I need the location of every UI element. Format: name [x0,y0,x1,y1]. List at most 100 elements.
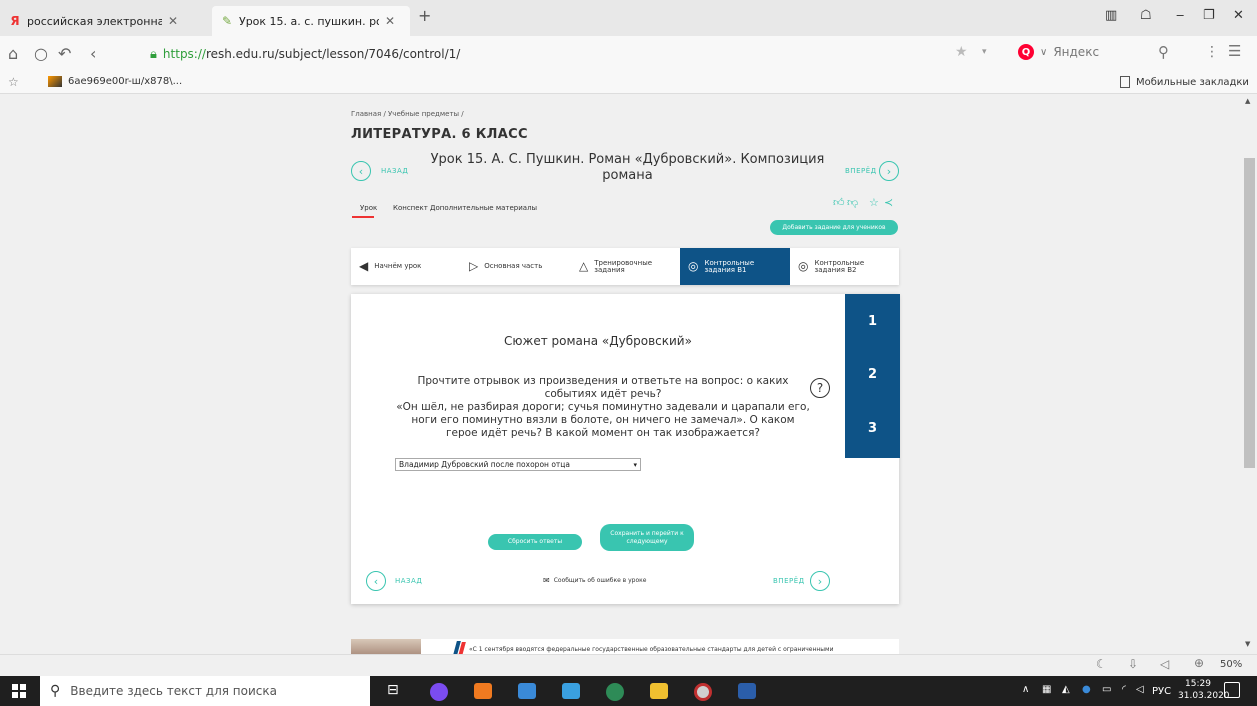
tab-lesson[interactable]: ✎ Урок 15. а. с. пушкин. роман ✕ [212,6,410,36]
forward-arrow-icon[interactable]: › [879,161,899,181]
app-icon[interactable] [562,683,580,699]
app-icon[interactable] [606,683,624,701]
task-title: Сюжет романа «Дубровский» [504,334,692,348]
like-icon[interactable]: 👍︎ [833,196,845,209]
image-icon [48,76,62,87]
forward-link-bottom[interactable]: ВПЕРЁД [773,577,805,585]
search-icon: ⚲ [50,683,61,699]
back-arrow-icon[interactable]: ‹ [351,161,371,181]
back-link[interactable]: НАЗАД [381,167,408,175]
breadcrumb[interactable]: Главная / Учебные предметы / [351,110,464,118]
search-icon[interactable]: ⚲ [1158,43,1169,61]
app-icon[interactable] [518,683,536,699]
sidebar-icon[interactable]: ▥ [1105,8,1117,23]
reset-answers-button[interactable]: Сбросить ответы [488,534,582,550]
report-error-link[interactable]: ✉ Сообщить об ошибке в уроке [543,576,646,585]
download-icon[interactable]: ⇩ [1128,657,1138,671]
task-view-icon[interactable]: ⊟ [387,682,399,698]
taskbar-search[interactable]: ⚲ Введите здесь текст для поиска [40,676,370,706]
search-engine-selector[interactable]: Q ∨ Яндекс [1018,44,1099,60]
tray-app-icon[interactable]: ▦ [1042,684,1051,695]
forward-arrow-icon[interactable]: › [810,571,830,591]
section-tab-start[interactable]: ◀ Начнём урок [351,248,461,285]
star-outline-icon[interactable]: ☆ [8,75,19,89]
tab-title: Урок 15. а. с. пушкин. роман [239,14,379,28]
help-icon[interactable]: ? [810,378,830,398]
tab-resh-search[interactable]: Я российская электронная шк ✕ [0,6,210,36]
clock-time: 15:29 [1185,679,1211,689]
minimize-icon[interactable]: ‒ [1176,8,1184,23]
back-link-bottom[interactable]: НАЗАД [395,577,422,585]
section-tab-main[interactable]: ▷ Основная часть [461,248,571,285]
page-viewport: Главная / Учебные предметы / ЛИТЕРАТУРА.… [0,94,1242,654]
maximize-icon[interactable]: ❐ [1203,8,1215,23]
bookmark-star-icon[interactable]: ★ [955,44,968,60]
more-icon[interactable]: ⋮ [1205,44,1219,60]
save-and-next-button[interactable]: Сохранить и перейти к следующему [600,524,694,551]
megaphone-icon: ◀ [359,259,369,273]
close-window-icon[interactable]: ✕ [1233,8,1244,23]
favorite-star-icon[interactable]: ☆ [869,196,879,209]
back-icon[interactable]: ‹ [90,44,96,63]
protect-icon[interactable]: ☖ [1140,8,1152,23]
scroll-down-icon[interactable]: ▼ [1245,640,1250,648]
triangle-icon: △ [579,259,589,273]
app-icon[interactable] [474,683,492,699]
bluetooth-icon[interactable]: ● [1082,684,1091,695]
section-tab-training[interactable]: △ Тренировочные задания [571,248,681,285]
tray-chevron-icon[interactable]: ∧ [1022,684,1029,695]
back-arrow-icon[interactable]: ‹ [366,571,386,591]
menu-icon[interactable]: ☰ [1228,42,1241,60]
url-path: resh.edu.ru/subject/lesson/7046/control/… [205,47,461,61]
answer-select[interactable]: Владимир Дубровский после похорон отца ▾ [395,458,641,471]
bookmark-item[interactable]: 6ae969e00r-ш/x878\... [48,76,182,87]
close-tab-icon[interactable]: ✕ [385,14,395,28]
start-pane [12,684,18,690]
sound-icon[interactable]: ◁ [1160,657,1169,671]
new-tab-button[interactable]: + [418,6,431,25]
word-icon[interactable] [738,683,756,699]
turbo-icon[interactable]: ☾ [1096,657,1107,671]
back-history-icon[interactable]: ↶ [58,44,71,63]
url-scheme: https:// [162,47,206,61]
alice-icon[interactable] [430,683,448,701]
lesson-title: Урок 15. А. С. Пушкин. Роман «Дубровский… [430,152,825,183]
app-icon[interactable] [694,683,712,701]
folder-icon[interactable] [650,683,668,699]
scroll-up-icon[interactable]: ▲ [1245,97,1250,105]
dislike-icon[interactable]: 👎︎ [847,196,858,209]
subtab-extra-materials[interactable]: Дополнительные материалы [430,204,537,212]
section-tab-control-b1[interactable]: ◎ Контрольные задания В1 [680,248,790,285]
zoom-icon[interactable]: ⊕ [1194,656,1204,670]
volume-icon[interactable]: ◁ [1136,684,1144,695]
banner-text: «С 1 сентября вводятся федеральные госуд… [469,646,834,653]
reload-icon[interactable]: ○ [34,44,48,63]
battery-icon[interactable]: ▭ [1102,684,1111,695]
section-tab-control-b2[interactable]: ◎ Контрольные задания В2 [790,248,899,285]
mobile-bookmarks-label: Мобильные закладки [1136,76,1249,88]
wifi-icon[interactable]: ◜ [1122,684,1126,695]
tray-app-icon[interactable]: ◭ [1062,684,1070,695]
subtab-lesson[interactable]: Урок [360,204,377,212]
windows-start-icon[interactable] [12,684,26,698]
yandex-favicon-icon: Я [10,14,20,28]
url-field[interactable]: 🔒︎ https://resh.edu.ru/subject/lesson/70… [150,42,965,66]
question-3[interactable]: 3 [845,421,900,436]
mobile-bookmarks[interactable]: Мобильные закладки [1120,76,1249,88]
mail-icon: ✉ [543,576,550,585]
notifications-icon[interactable] [1224,682,1240,698]
question-1[interactable]: 1 [845,314,900,329]
scrollbar-thumb[interactable] [1244,158,1255,468]
close-tab-icon[interactable]: ✕ [168,14,178,28]
question-2[interactable]: 2 [845,367,900,382]
language-indicator[interactable]: РУС [1152,686,1171,697]
subtab-summary[interactable]: Конспект [393,204,428,212]
chevron-down-icon[interactable]: ▾ [982,47,987,57]
section-label: Начнём урок [374,262,422,270]
home-icon[interactable]: ⌂ [8,44,18,63]
chevron-down-icon: ▾ [633,460,637,469]
add-task-button[interactable]: Добавить задание для учеников [770,220,898,235]
clock[interactable]: 15:29 31.03.2020 [1178,678,1230,702]
share-icon[interactable]: ≺ [884,196,893,209]
forward-link[interactable]: ВПЕРЁД [845,167,877,175]
